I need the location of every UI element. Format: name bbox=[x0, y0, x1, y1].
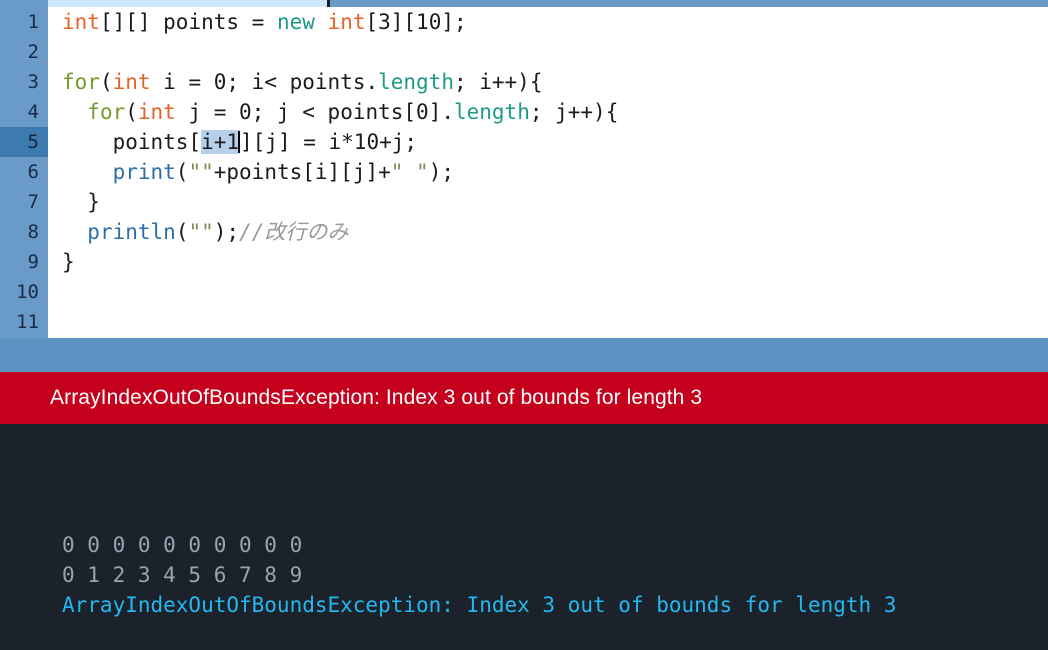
code-line[interactable]: int[][] points = new int[3][10]; bbox=[62, 7, 1048, 37]
gutter-line-number[interactable]: 9 bbox=[0, 247, 48, 277]
code-token: [][] points = bbox=[99, 10, 277, 34]
code-token: ( bbox=[175, 160, 189, 184]
code-token: print bbox=[112, 160, 176, 184]
code-token: points[ bbox=[62, 130, 202, 154]
code-token: new bbox=[276, 10, 315, 34]
active-tab-strip[interactable] bbox=[48, 0, 327, 7]
code-token: ( bbox=[99, 70, 113, 94]
console-panel[interactable]: 0 0 0 0 0 0 0 0 0 0 0 1 2 3 4 5 6 7 8 9 Ar… bbox=[0, 424, 1048, 650]
code-token: ); bbox=[428, 160, 454, 184]
gutter-line-number[interactable]: 10 bbox=[0, 277, 48, 307]
line-number-gutter[interactable]: 1 2 3 4 5 6 7 8 9 10 11 bbox=[0, 7, 48, 338]
code-token: "" bbox=[188, 220, 214, 244]
code-token: ; i++){ bbox=[453, 70, 543, 94]
code-token: ][j] = i*10+j; bbox=[240, 130, 418, 154]
code-token: length bbox=[453, 100, 530, 124]
code-line[interactable]: } bbox=[62, 187, 1048, 217]
code-line[interactable]: points[i+1][j] = i*10+j; bbox=[62, 127, 1048, 157]
gutter-line-number[interactable]: 1 bbox=[0, 7, 48, 37]
error-banner-message: ArrayIndexOutOfBoundsException: Index 3 … bbox=[50, 386, 703, 409]
code-token: int bbox=[62, 10, 100, 34]
code-token: } bbox=[62, 250, 75, 274]
code-token: int bbox=[327, 10, 366, 34]
error-banner: ArrayIndexOutOfBoundsException: Index 3 … bbox=[0, 372, 1048, 424]
console-output-line: 0 0 0 0 0 0 0 0 0 0 bbox=[62, 533, 303, 557]
code-line[interactable] bbox=[62, 307, 1048, 337]
code-line[interactable] bbox=[62, 277, 1048, 307]
console-output-line: 0 1 2 3 4 5 6 7 8 9 bbox=[62, 563, 303, 587]
console-output: 0 0 0 0 0 0 0 0 0 0 0 1 2 3 4 5 6 7 8 9 Ar… bbox=[0, 530, 1048, 620]
code-token: "" bbox=[188, 160, 214, 184]
code-token: " " bbox=[390, 160, 429, 184]
editor-console-divider bbox=[0, 338, 1048, 372]
code-line[interactable]: for(int j = 0; j < points[0].length; j++… bbox=[62, 97, 1048, 127]
code-token: println bbox=[87, 220, 176, 244]
text-selection[interactable]: i+1 bbox=[201, 130, 240, 154]
code-line[interactable] bbox=[62, 37, 1048, 67]
gutter-line-number[interactable]: 11 bbox=[0, 307, 48, 337]
code-token: //改行のみ bbox=[239, 220, 349, 244]
code-token: ; j++){ bbox=[529, 100, 619, 124]
gutter-line-number[interactable]: 8 bbox=[0, 217, 48, 247]
gutter-line-number[interactable]: 2 bbox=[0, 37, 48, 67]
tab-bar-strip bbox=[0, 0, 1048, 7]
code-token: ); bbox=[213, 220, 240, 244]
gutter-line-number[interactable]: 4 bbox=[0, 97, 48, 127]
gutter-line-number[interactable]: 5 bbox=[0, 127, 48, 157]
code-token: length bbox=[378, 70, 454, 94]
code-token: ( bbox=[175, 220, 189, 244]
code-line[interactable]: print(""+points[i][j]+" "); bbox=[62, 157, 1048, 187]
code-token: for bbox=[87, 100, 126, 124]
code-token: i = 0; i< points. bbox=[150, 70, 379, 94]
code-token: +points[i][j]+ bbox=[213, 160, 391, 184]
code-area[interactable]: int[][] points = new int[3][10]; for(int… bbox=[48, 7, 1048, 338]
gutter-line-number[interactable]: 3 bbox=[0, 67, 48, 97]
tab-bar-gutter-spacer bbox=[0, 0, 48, 7]
gutter-line-number[interactable]: 7 bbox=[0, 187, 48, 217]
code-line[interactable]: println("");//改行のみ bbox=[62, 217, 1048, 247]
code-editor[interactable]: 1 2 3 4 5 6 7 8 9 10 11 int[][] points = new int[3… bbox=[0, 7, 1048, 338]
console-error-line: ArrayIndexOutOfBoundsException: Index 3 … bbox=[62, 593, 897, 617]
code-token: int bbox=[137, 100, 176, 124]
gutter-line-number[interactable]: 6 bbox=[0, 157, 48, 187]
code-token: j = 0; j < points[0]. bbox=[175, 100, 454, 124]
code-token: } bbox=[62, 190, 100, 214]
tab-edge-marker bbox=[327, 0, 330, 7]
code-token: for bbox=[62, 70, 100, 94]
code-line[interactable]: for(int i = 0; i< points.length; i++){ bbox=[62, 67, 1048, 97]
code-line[interactable]: } bbox=[62, 247, 1048, 277]
code-token: ( bbox=[125, 100, 138, 124]
code-token: [3][10]; bbox=[365, 10, 467, 34]
app-root: 1 2 3 4 5 6 7 8 9 10 11 int[][] points = new int[3… bbox=[0, 0, 1048, 650]
code-token: int bbox=[112, 70, 151, 94]
